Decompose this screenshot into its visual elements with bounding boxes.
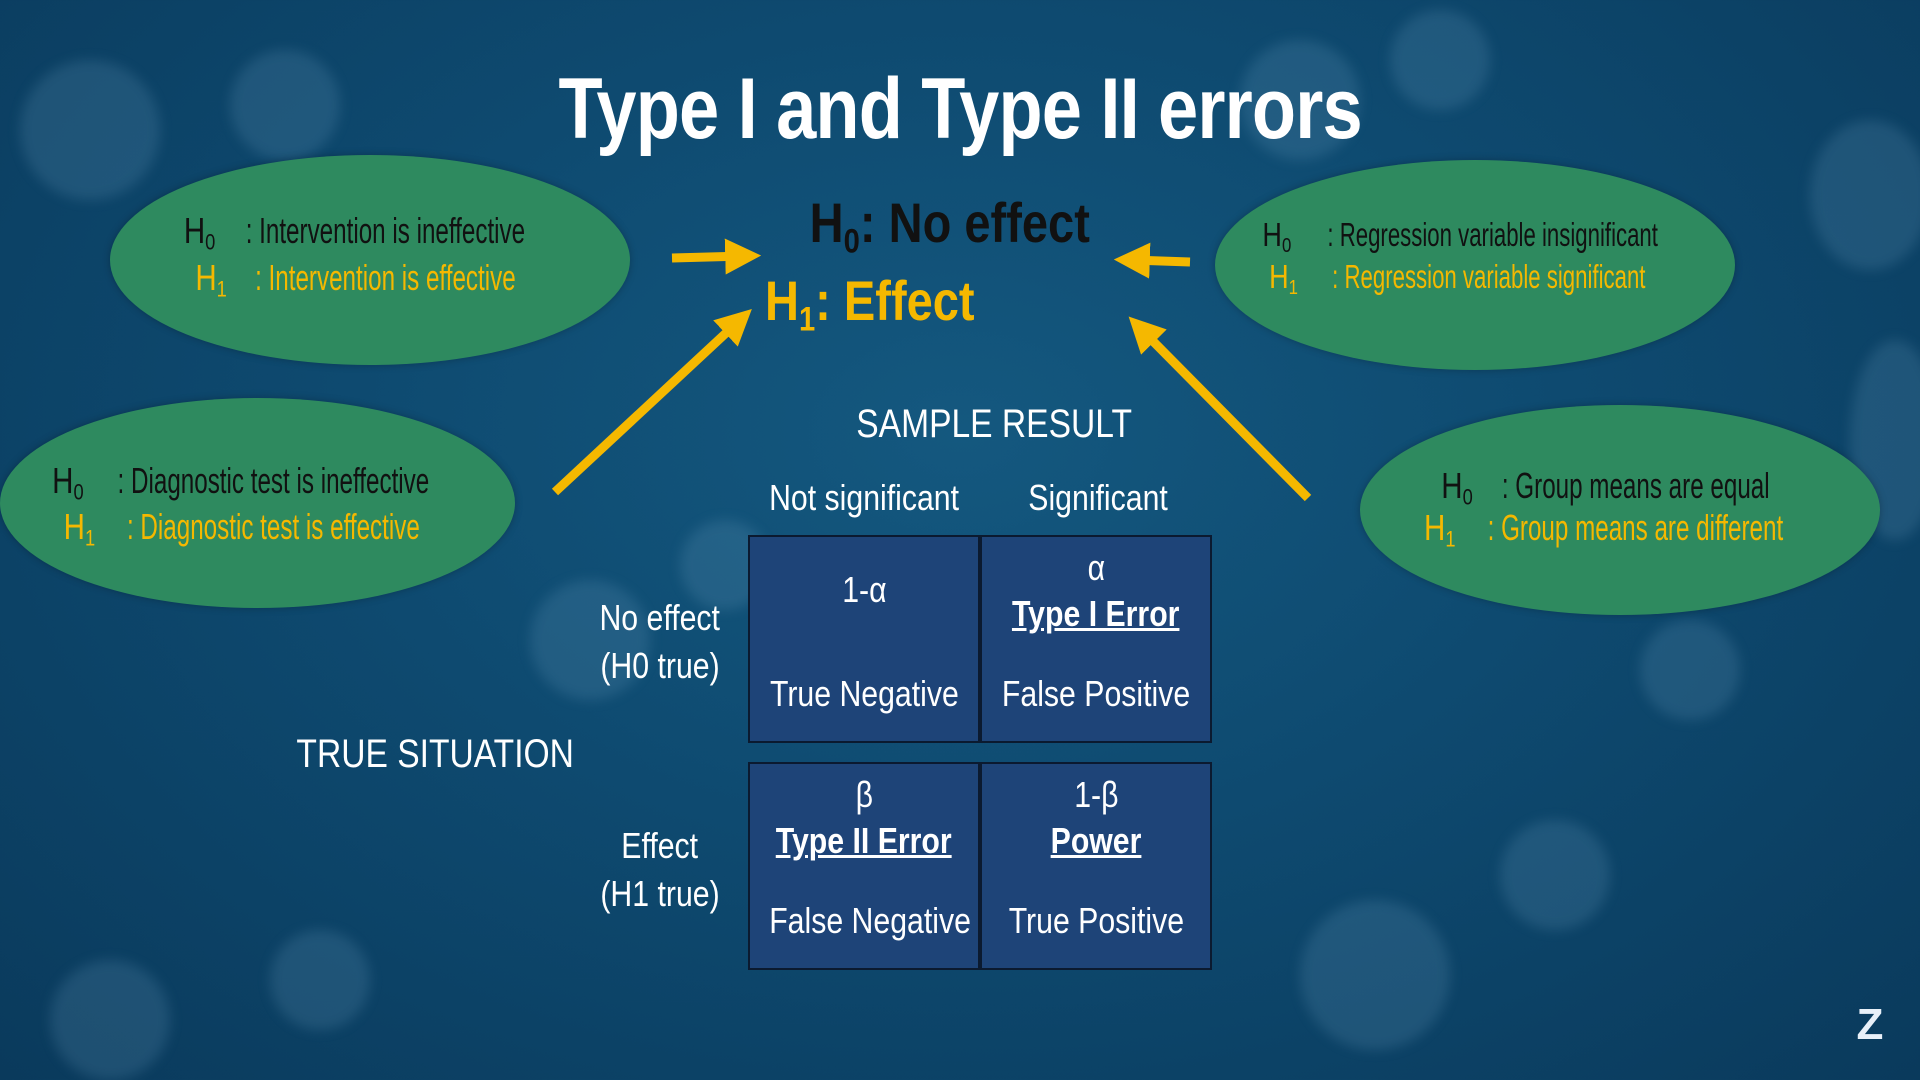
ellipse-group-means: H0: Group means are equal H1: Group mean… bbox=[1360, 405, 1880, 615]
ellipse-h1: H1: Diagnostic test is effective bbox=[63, 506, 420, 551]
row-header-no-effect: No effect (H0 true) bbox=[599, 597, 721, 686]
logo: Z bbox=[1856, 1000, 1884, 1049]
col-header-not-significant: Not significant bbox=[769, 477, 959, 518]
cell-power-name: Power bbox=[1050, 820, 1142, 861]
ellipse-h1: H1: Group means are different bbox=[1424, 507, 1784, 552]
cell-label: True Negative bbox=[769, 673, 959, 714]
center-h1: H1: Effect bbox=[765, 269, 975, 339]
ellipse-h0: H0: Intervention is ineffective bbox=[183, 210, 526, 255]
cell-value: 1-α bbox=[841, 569, 887, 610]
arrow-top-left bbox=[671, 238, 762, 275]
ellipse-h1: H1: Regression variable significant bbox=[1269, 258, 1647, 300]
true-situation-label: TRUE SITUATION bbox=[296, 732, 574, 776]
arrow-top-right bbox=[1113, 242, 1191, 279]
cell-label: False Negative bbox=[769, 900, 971, 941]
cell-error-name: Type I Error bbox=[1012, 593, 1180, 634]
cell-value: 1-β bbox=[1073, 774, 1119, 815]
cell-value: α bbox=[1087, 547, 1105, 588]
ellipse-h1: H1: Intervention is effective bbox=[195, 257, 517, 302]
cell-error-name: Type II Error bbox=[776, 820, 952, 861]
arrow-bottom-left bbox=[551, 308, 752, 496]
cell-label: True Positive bbox=[1008, 900, 1184, 941]
ellipse-h0: H0: Group means are equal bbox=[1440, 465, 1770, 510]
ellipse-regression: H0: Regression variable insignificant H1… bbox=[1215, 160, 1735, 370]
cell-true-negative: 1-α True Negative bbox=[748, 535, 980, 743]
cell-true-positive: 1-β Power True Positive bbox=[980, 762, 1212, 970]
ellipse-h0: H0: Regression variable insignificant bbox=[1262, 216, 1659, 258]
ellipse-diagnostic: H0: Diagnostic test is ineffective H1: D… bbox=[0, 398, 515, 608]
sample-result-label: SAMPLE RESULT bbox=[856, 402, 1132, 446]
cell-false-negative: β Type II Error False Negative bbox=[748, 762, 980, 970]
row-header-effect: Effect (H1 true) bbox=[600, 825, 720, 914]
arrow-bottom-right bbox=[1128, 316, 1312, 502]
cell-label: False Positive bbox=[1001, 673, 1191, 714]
ellipse-h0: H0: Diagnostic test is ineffective bbox=[51, 460, 430, 505]
col-header-significant: Significant bbox=[1028, 477, 1168, 518]
cell-value: β bbox=[855, 774, 873, 815]
cell-false-positive: α Type I Error False Positive bbox=[980, 535, 1212, 743]
ellipse-intervention: H0: Intervention is ineffective H1: Inte… bbox=[110, 155, 630, 365]
center-h0: H0: No effect bbox=[809, 191, 1091, 261]
